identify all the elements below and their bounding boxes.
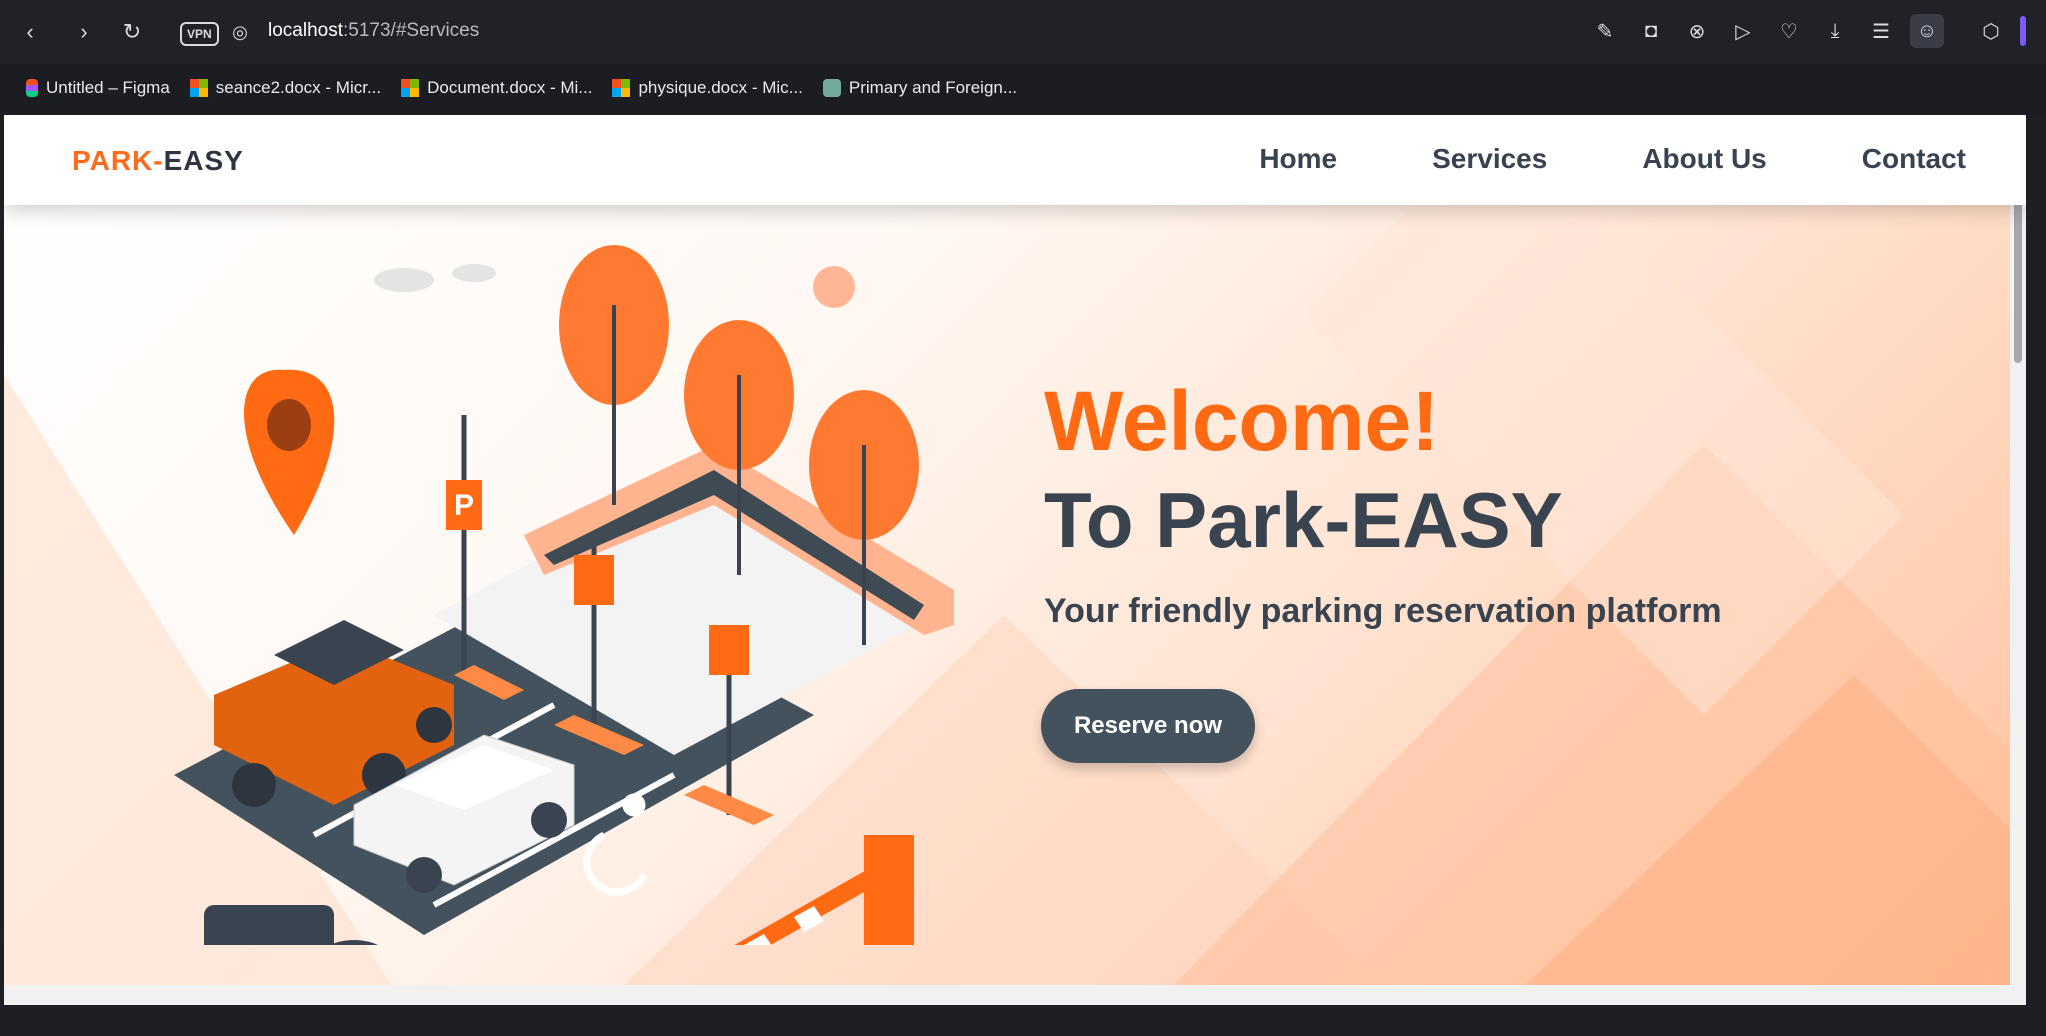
vpn-badge[interactable]: VPN	[180, 22, 219, 46]
parking-illustration: P	[174, 245, 954, 945]
nav-menu: Home Services About Us Contact	[1259, 143, 1966, 175]
bookmark-label: seance2.docx - Micr...	[215, 78, 382, 97]
browser-bottom-bar	[0, 1005, 2046, 1036]
horizontal-scrollbar[interactable]	[4, 985, 2026, 1005]
url-host: localhost	[268, 20, 343, 41]
globe-icon: ◎	[232, 21, 248, 42]
site-navbar: PARK-EASY Home Services About Us Contact	[4, 115, 2026, 205]
url-path: :5173/#Services	[343, 20, 480, 41]
microsoft-icon	[189, 79, 208, 97]
svg-text:P: P	[454, 489, 474, 522]
bookmark-item[interactable]: Document.docx - Mi...	[401, 78, 592, 98]
send-icon[interactable]: ▷	[1726, 14, 1760, 48]
bookmark-item[interactable]: Untitled – Figma	[26, 78, 170, 98]
browser-chrome: ‹ › ↻ VPN ◎ localhost:5173/#Services ✎ ◘…	[0, 0, 2046, 115]
browser-toolbar: ‹ › ↻ VPN ◎ localhost:5173/#Services ✎ ◘…	[0, 0, 2046, 65]
nav-services[interactable]: Services	[1432, 143, 1547, 175]
figma-icon	[26, 79, 38, 97]
profile-icon[interactable]: ☺	[1910, 14, 1944, 48]
site-logo[interactable]: PARK-EASY	[72, 145, 244, 177]
bookmark-item[interactable]: physique.docx - Mic...	[612, 78, 803, 98]
hero-title: To Park-EASY	[1044, 476, 1563, 564]
bookmark-item[interactable]: Primary and Foreign...	[822, 78, 1018, 98]
camera-icon[interactable]: ◘	[1634, 14, 1668, 48]
shield-icon[interactable]: ⊗	[1680, 14, 1714, 48]
vertical-scrollbar[interactable]	[2010, 115, 2026, 1005]
hero-tagline: Your friendly parking reservation platfo…	[1044, 592, 1722, 630]
download-icon[interactable]: ⤓	[1818, 14, 1852, 48]
microsoft-icon	[612, 79, 631, 97]
bookmark-label: physique.docx - Mic...	[638, 78, 803, 97]
extension-cube-icon[interactable]: ⬡	[1974, 14, 2008, 48]
settings-icon[interactable]: ☰	[1864, 14, 1898, 48]
bookmarks-bar: Untitled – Figma seance2.docx - Micr... …	[0, 64, 2046, 112]
nav-home[interactable]: Home	[1259, 143, 1337, 175]
bookmark-item[interactable]: seance2.docx - Micr...	[189, 78, 382, 98]
bookmark-label: Untitled – Figma	[46, 78, 170, 97]
address-bar[interactable]: localhost:5173/#Services	[268, 20, 479, 42]
logo-part2: EASY	[163, 145, 244, 176]
sidebar-accent	[2020, 16, 2026, 46]
heart-icon[interactable]: ♡	[1772, 14, 1806, 48]
reserve-now-button[interactable]: Reserve now	[1041, 689, 1255, 763]
microsoft-icon	[401, 79, 420, 97]
hero-welcome: Welcome!	[1044, 374, 1440, 468]
bookmark-label: Document.docx - Mi...	[427, 78, 593, 97]
chatgpt-icon	[822, 79, 841, 97]
web-page: P Welcome! To Park-EASY Your friendly pa…	[4, 115, 2026, 1005]
bookmark-label: Primary and Foreign...	[848, 78, 1018, 97]
nav-contact[interactable]: Contact	[1862, 143, 1966, 175]
logo-part1: PARK-	[72, 145, 164, 176]
hero-background: P Welcome! To Park-EASY Your friendly pa…	[4, 115, 2026, 1005]
forward-icon[interactable]: ›	[68, 16, 100, 48]
edit-icon[interactable]: ✎	[1588, 14, 1622, 48]
reload-icon[interactable]: ↻	[116, 16, 148, 48]
nav-about-us[interactable]: About Us	[1642, 143, 1766, 175]
back-icon[interactable]: ‹	[14, 16, 46, 48]
